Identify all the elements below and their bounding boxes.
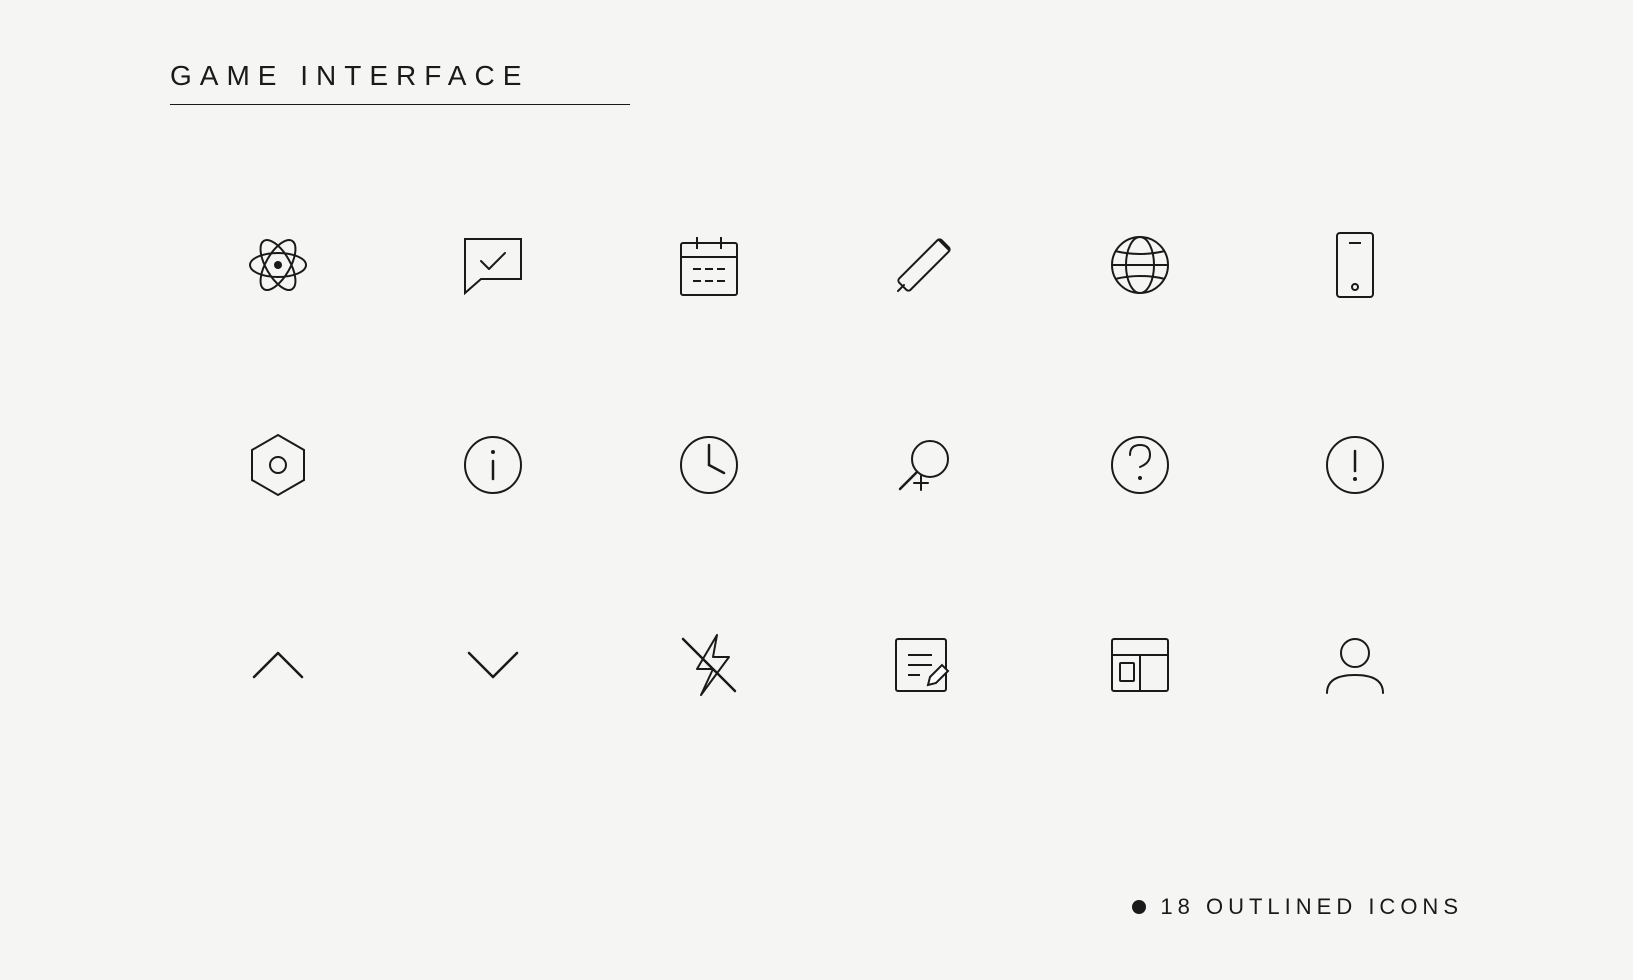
pencil-icon	[884, 225, 964, 305]
edit-list-icon-cell	[817, 565, 1033, 765]
atom-icon	[238, 225, 318, 305]
page-title: GAME INTERFACE	[170, 60, 1463, 92]
title-underline	[170, 104, 630, 105]
no-flash-icon-cell	[601, 565, 817, 765]
search-icon-cell	[817, 365, 1033, 565]
chevron-up-icon-cell	[170, 565, 386, 765]
tablet-icon-cell	[1248, 165, 1464, 365]
bottom-badge: 18 OUTLINED ICONS	[1132, 894, 1463, 920]
chevron-down-icon	[453, 625, 533, 705]
globe-icon	[1100, 225, 1180, 305]
badge-text: 18 OUTLINED ICONS	[1160, 894, 1463, 920]
clock-icon	[669, 425, 749, 505]
search-icon	[884, 425, 964, 505]
info-circle-icon-cell	[386, 365, 602, 565]
calendar-icon	[669, 225, 749, 305]
pencil-icon-cell	[817, 165, 1033, 365]
user-icon-cell	[1248, 565, 1464, 765]
user-icon	[1315, 625, 1395, 705]
edit-list-icon	[884, 625, 964, 705]
badge-dot	[1132, 900, 1146, 914]
title-section: GAME INTERFACE	[170, 60, 1463, 105]
clock-icon-cell	[601, 365, 817, 565]
hexagon-settings-icon-cell	[170, 365, 386, 565]
atom-icon-cell	[170, 165, 386, 365]
question-circle-icon-cell	[1032, 365, 1248, 565]
globe-icon-cell	[1032, 165, 1248, 365]
chevron-up-icon	[238, 625, 318, 705]
tablet-icon	[1315, 225, 1395, 305]
calendar-icon-cell	[601, 165, 817, 365]
content-area: GAME INTERFACE	[170, 60, 1463, 765]
no-flash-icon	[669, 625, 749, 705]
chat-check-icon	[453, 225, 533, 305]
exclamation-circle-icon-cell	[1248, 365, 1464, 565]
page-container: GAME INTERFACE	[0, 0, 1633, 980]
icons-grid	[170, 165, 1463, 765]
info-circle-icon	[453, 425, 533, 505]
layout-icon-cell	[1032, 565, 1248, 765]
layout-icon	[1100, 625, 1180, 705]
exclamation-circle-icon	[1315, 425, 1395, 505]
chevron-down-icon-cell	[386, 565, 602, 765]
hexagon-settings-icon	[238, 425, 318, 505]
chat-check-icon-cell	[386, 165, 602, 365]
question-circle-icon	[1100, 425, 1180, 505]
